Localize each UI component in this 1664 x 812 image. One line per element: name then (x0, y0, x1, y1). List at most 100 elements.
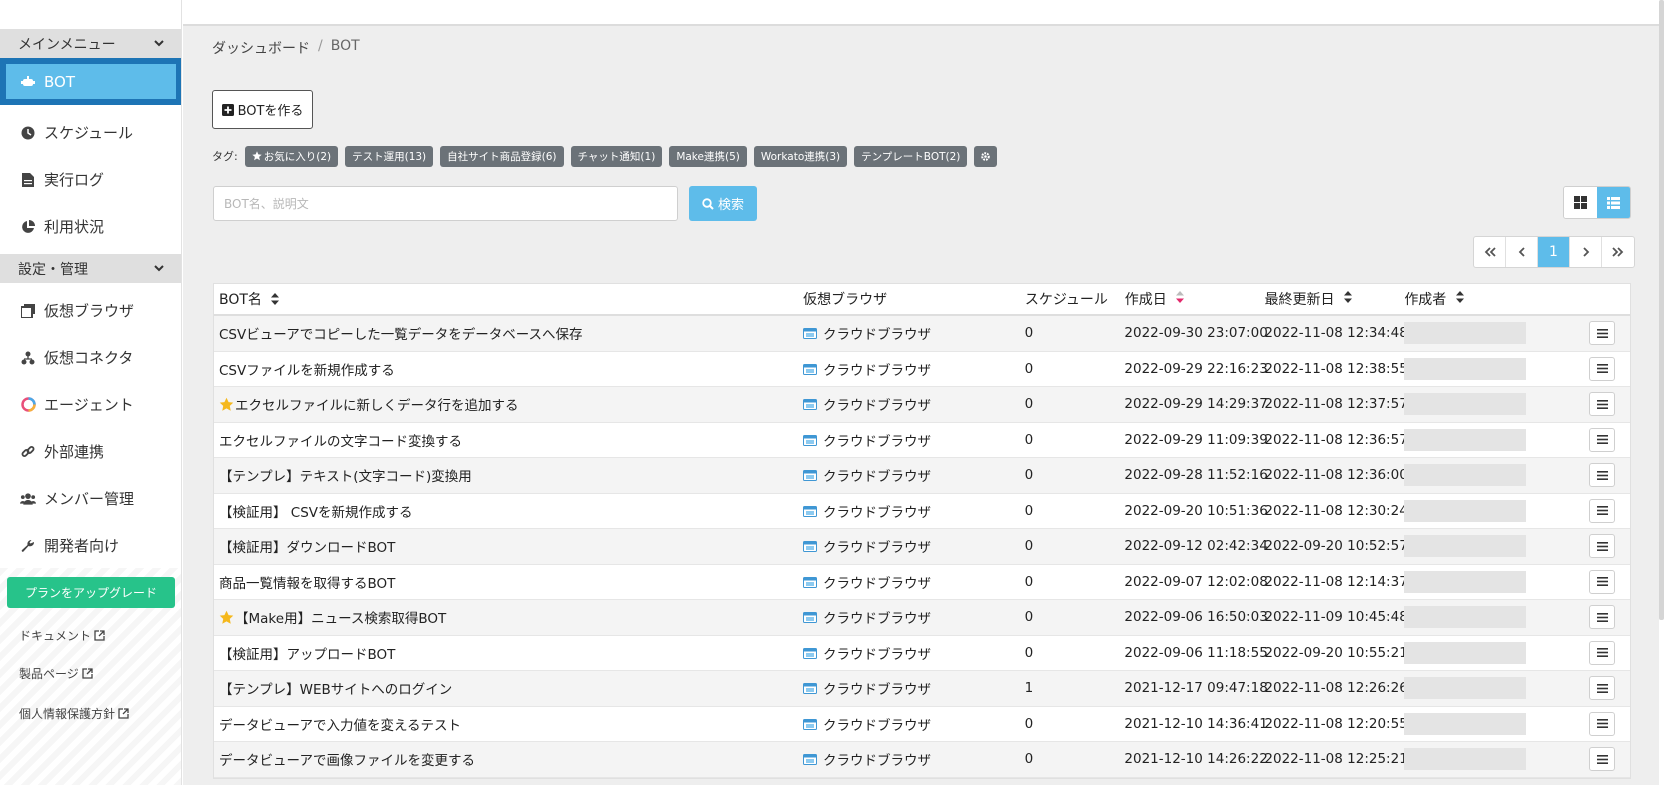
bot-name-cell[interactable]: 商品一覧情報を取得するBOT (214, 572, 803, 592)
browser-name: クラウドブラウザ (822, 646, 931, 663)
sidebar-item-members[interactable]: メンバー管理 (0, 475, 181, 522)
table-row[interactable]: 商品一覧情報を取得するBOT クラウドブラウザ 0 2022-09-07 12:02:… (214, 565, 1630, 600)
row-menu-button[interactable] (1589, 463, 1616, 488)
main-menu-header[interactable]: メインメニュー (0, 29, 181, 58)
app-window: メインメニュー BOT スケジュール 実行ログ 利用状況 設定・管理 仮想ブラウ… (0, 0, 1664, 812)
row-menu-button[interactable] (1589, 676, 1616, 701)
table-row[interactable]: エクセルファイルに新しくデータ行を追加する クラウドブラウザ 0 2022-09-29… (214, 387, 1630, 423)
sidebar-item-log[interactable]: 実行ログ (0, 156, 181, 203)
sidebar-item-developer[interactable]: 開発者向け (0, 522, 181, 569)
header-created[interactable]: 作成日 (1125, 289, 1265, 309)
table-row[interactable]: CSVビューアでコピーした一覧データをデータベースへ保存 クラウドブラウザ 0 202… (214, 316, 1630, 352)
hamburger-icon (1596, 364, 1608, 374)
row-menu-button[interactable] (1589, 356, 1616, 381)
author-redacted (1404, 748, 1527, 771)
bot-name-cell[interactable]: エクセルファイルに新しくデータ行を追加する (214, 394, 803, 414)
author-cell (1404, 357, 1589, 380)
bot-name-cell[interactable]: CSVビューアでコピーした一覧データをデータベースへ保存 (214, 323, 803, 343)
bot-name-cell[interactable]: 【検証用】アップロードBOT (214, 643, 803, 663)
grid-icon (1574, 196, 1587, 209)
row-menu-button[interactable] (1589, 534, 1616, 559)
cloud-browser-icon (802, 541, 817, 553)
search-button[interactable]: 検索 (689, 186, 757, 221)
row-menu-button[interactable] (1589, 321, 1616, 346)
row-menu-button[interactable] (1589, 427, 1616, 452)
settings-header[interactable]: 設定・管理 (0, 254, 181, 283)
row-menu-button[interactable] (1589, 605, 1616, 630)
table-row[interactable]: データビューアで入力値を変えるテスト クラウドブラウザ 0 2021-12-10 14… (214, 707, 1630, 742)
page-scrollbar[interactable] (1659, 0, 1664, 620)
sidebar-item-external-integration[interactable]: 外部連携 (0, 428, 181, 475)
row-menu-button[interactable] (1589, 747, 1616, 772)
breadcrumb-separator: / (318, 38, 323, 54)
tag-template-bot[interactable]: テンプレートBOT(2) (854, 145, 968, 167)
first-page-button[interactable] (1474, 237, 1506, 267)
link-label: 個人情報保護方針 (19, 707, 116, 721)
bot-name-cell[interactable]: 【Make用】ニュース検索取得BOT (214, 607, 803, 627)
tag-workato-integration[interactable]: Workato連携(3) (753, 145, 848, 167)
breadcrumb-dashboard[interactable]: ダッシュボード (212, 38, 310, 58)
upgrade-plan-button[interactable]: プランをアップグレード (7, 577, 175, 608)
tag-settings-button[interactable] (974, 145, 998, 167)
table-row[interactable]: CSVファイルを新規作成する クラウドブラウザ 0 2022-09-29 22:16:… (214, 352, 1630, 387)
tag-test-operation[interactable]: テスト運用(13) (345, 145, 434, 167)
sidebar-item-bot[interactable]: BOT (0, 58, 181, 105)
table-row[interactable]: 【テンプレ】WEBサイトへのログイン クラウドブラウザ 1 2021-12-17 09… (214, 671, 1630, 707)
header-author[interactable]: 作成者 (1404, 289, 1589, 309)
table-row[interactable]: データビューアで画像ファイルを変更する クラウドブラウザ 0 2021-12-10 1… (214, 742, 1630, 778)
header-bot-name[interactable]: BOT名 (214, 289, 803, 309)
row-menu-button[interactable] (1589, 569, 1616, 594)
bot-name-cell[interactable]: 【テンプレ】WEBサイトへのログイン (214, 678, 803, 698)
table-row[interactable]: 【検証用】 CSVを新規作成する クラウドブラウザ 0 2022-09-20 10:5… (214, 494, 1630, 529)
actions-cell (1589, 498, 1630, 523)
table-row[interactable]: 【検証用】アップロードBOT クラウドブラウザ 0 2022-09-06 11:18:… (214, 636, 1630, 671)
hamburger-icon (1596, 470, 1608, 480)
row-menu-button[interactable] (1589, 640, 1616, 665)
sort-icon (1455, 291, 1464, 303)
bot-name-cell[interactable]: データビューアで画像ファイルを変更する (214, 749, 803, 769)
row-menu-button[interactable] (1589, 498, 1616, 523)
sidebar-item-virtual-browser[interactable]: 仮想ブラウザ (0, 287, 181, 334)
bot-name-cell[interactable]: エクセルファイルの文字コード変換する (214, 430, 803, 450)
last-page-button[interactable] (1602, 237, 1634, 267)
tag-own-site-product[interactable]: 自社サイト商品登録(6) (440, 145, 564, 167)
privacy-policy-link[interactable]: 個人情報保護方針 (19, 705, 129, 722)
file-icon (20, 172, 36, 188)
table-row[interactable]: 【検証用】ダウンロードBOT クラウドブラウザ 0 2022-09-12 02:42:… (214, 529, 1630, 565)
grid-view-button[interactable] (1564, 187, 1597, 218)
table-row[interactable]: 【Make用】ニュース検索取得BOT クラウドブラウザ 0 2022-09-06 16… (214, 600, 1630, 636)
created-date: 2022-09-29 14:29:37 (1124, 396, 1268, 413)
sidebar-item-label: エージェント (44, 396, 134, 414)
author-cell (1404, 712, 1589, 735)
bot-name-cell[interactable]: 【検証用】 CSVを新規作成する (214, 501, 803, 521)
actions-cell (1589, 569, 1630, 594)
bot-name: CSVファイルを新規作成する (219, 362, 395, 379)
schedule-count: 0 (1024, 573, 1034, 590)
sidebar-item-usage[interactable]: 利用状況 (0, 203, 181, 250)
tag-make-integration[interactable]: Make連携(5) (669, 145, 747, 167)
tag-favorites[interactable]: お気に入り(2) (244, 145, 339, 167)
row-menu-button[interactable] (1589, 392, 1616, 417)
sidebar-item-schedule[interactable]: スケジュール (0, 109, 181, 156)
prev-page-button[interactable] (1506, 237, 1538, 267)
create-bot-button[interactable]: BOTを作る (212, 90, 313, 129)
product-page-link[interactable]: 製品ページ (19, 665, 93, 682)
link-icon (20, 444, 36, 460)
page-1-button[interactable]: 1 (1538, 237, 1570, 267)
bot-name-cell[interactable]: CSVファイルを新規作成する (214, 359, 803, 379)
bot-name-cell[interactable]: 【テンプレ】テキスト(文字コード)変換用 (214, 465, 803, 485)
bot-name-cell[interactable]: データビューアで入力値を変えるテスト (214, 714, 803, 734)
row-menu-button[interactable] (1589, 711, 1616, 736)
search-input[interactable] (213, 186, 678, 221)
sidebar-item-virtual-connector[interactable]: 仮想コネクタ (0, 334, 181, 381)
sidebar-item-agent[interactable]: エージェント (0, 381, 181, 428)
next-page-button[interactable] (1570, 237, 1602, 267)
header-updated[interactable]: 最終更新日 (1265, 289, 1405, 309)
bot-name-cell[interactable]: 【検証用】ダウンロードBOT (214, 536, 803, 556)
tag-chat-notification[interactable]: チャット通知(1) (570, 145, 663, 167)
table-row[interactable]: エクセルファイルの文字コード変換する クラウドブラウザ 0 2022-09-29 11… (214, 423, 1630, 458)
table-row[interactable]: 【テンプレ】テキスト(文字コード)変換用 クラウドブラウザ 0 2022-09-28 … (214, 458, 1630, 494)
browser-name: クラウドブラウザ (822, 540, 931, 557)
list-view-button[interactable] (1597, 187, 1630, 218)
documentation-link[interactable]: ドキュメント (19, 627, 105, 644)
